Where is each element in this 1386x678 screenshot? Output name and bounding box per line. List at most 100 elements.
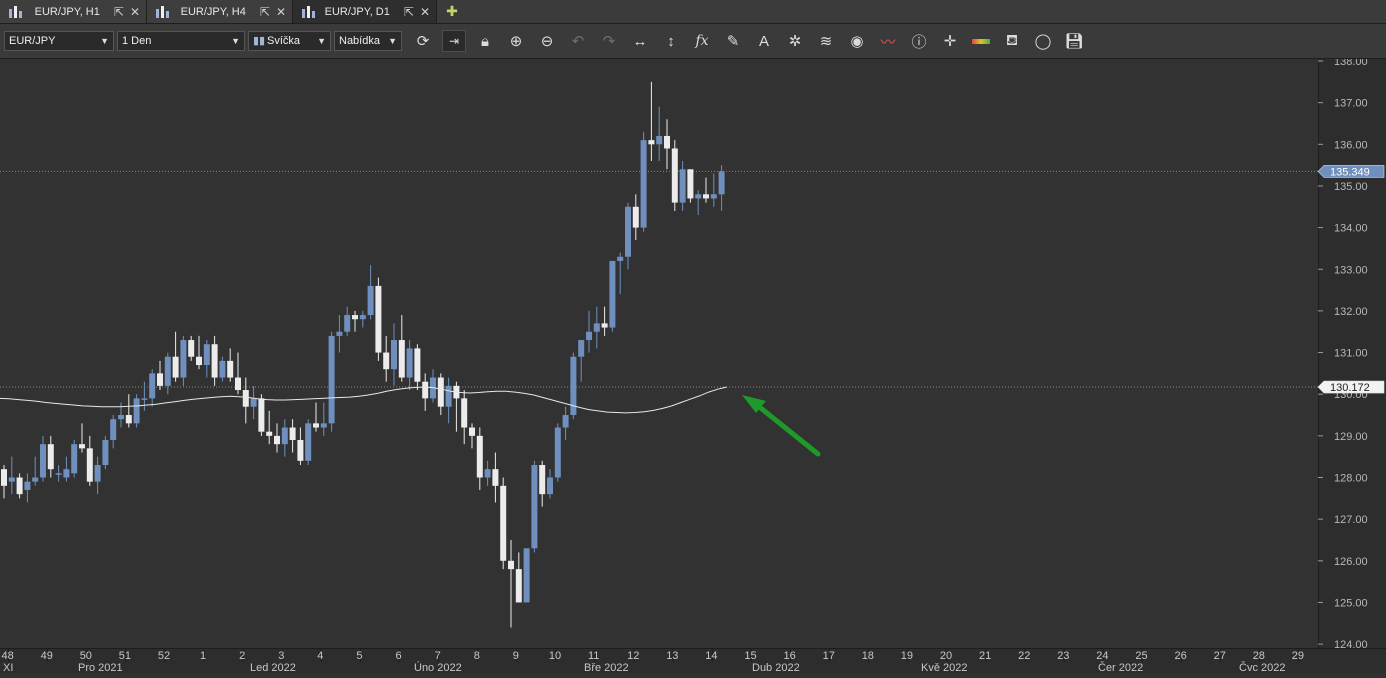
tab-eurjpy-d1[interactable]: EUR/JPY, D1 ⇱ ✕ xyxy=(293,0,437,23)
candle-body[interactable] xyxy=(578,340,585,357)
save-button[interactable]: 💾︎ xyxy=(1062,30,1086,52)
candle-body[interactable] xyxy=(718,171,725,195)
close-icon[interactable]: ✕ xyxy=(130,5,140,19)
candle-body[interactable] xyxy=(211,344,218,378)
undo-button[interactable]: ↶ xyxy=(566,30,590,52)
candle-body[interactable] xyxy=(258,398,265,432)
candle-body[interactable] xyxy=(32,477,39,482)
candle-body[interactable] xyxy=(266,431,273,436)
chart-canvas[interactable]: 138.00 137.00 136.00 135.00 134.00 133.00 132.… xyxy=(0,56,1386,674)
candle-body[interactable] xyxy=(40,444,46,478)
candle-body[interactable] xyxy=(118,415,124,420)
candle-body[interactable] xyxy=(437,377,444,407)
candle-body[interactable] xyxy=(422,381,429,399)
eye-button[interactable]: ◉ xyxy=(845,30,869,52)
candle-body[interactable] xyxy=(710,194,717,199)
circle-button[interactable]: ◯ xyxy=(1031,30,1055,52)
candle-body[interactable] xyxy=(47,444,54,470)
candle-body[interactable] xyxy=(398,340,405,378)
candle-body[interactable] xyxy=(16,477,23,495)
candle-body[interactable] xyxy=(515,569,522,603)
zoom-out-button[interactable]: ⊖ xyxy=(535,30,559,52)
candle-body[interactable] xyxy=(110,419,117,441)
candle-body[interactable] xyxy=(196,356,202,366)
paint-bucket-button[interactable]: ⛾ xyxy=(1000,30,1024,52)
price-chart[interactable]: 138.00 137.00 136.00 135.00 134.00 133.00 132.… xyxy=(0,56,1386,674)
redo-button[interactable]: ↷ xyxy=(597,30,621,52)
candle-body[interactable] xyxy=(703,194,709,199)
detach-icon[interactable]: ⇱ xyxy=(114,5,124,19)
refresh-button[interactable]: ⟳ xyxy=(411,30,435,52)
candle-body[interactable] xyxy=(367,285,374,316)
candle-body[interactable] xyxy=(445,385,452,407)
color-bar-button[interactable] xyxy=(969,30,993,52)
candle-body[interactable] xyxy=(86,448,93,482)
candle-body[interactable] xyxy=(133,398,140,424)
candle-body[interactable] xyxy=(8,477,15,482)
candle-body[interactable] xyxy=(149,373,156,399)
candle-body[interactable] xyxy=(79,444,85,449)
sparkle-button[interactable]: ✲ xyxy=(783,30,807,52)
candle-body[interactable] xyxy=(94,465,101,482)
candle-body[interactable] xyxy=(547,477,553,495)
candle-body[interactable] xyxy=(617,256,624,261)
close-icon[interactable]: ✕ xyxy=(276,5,286,19)
candle-body[interactable] xyxy=(274,435,280,445)
candle-body[interactable] xyxy=(484,469,491,478)
chart-type-select[interactable]: ▮▮ Svíčka ▼ xyxy=(248,31,331,51)
candle-body[interactable] xyxy=(281,427,288,445)
candle-body[interactable] xyxy=(297,440,304,461)
candle-body[interactable] xyxy=(500,485,507,561)
candle-body[interactable] xyxy=(328,335,335,424)
candle-body[interactable] xyxy=(63,469,70,478)
candle-body[interactable] xyxy=(492,469,499,486)
candle-body[interactable] xyxy=(414,348,421,382)
candle-body[interactable] xyxy=(469,427,475,436)
candle-body[interactable] xyxy=(141,398,148,400)
candle-body[interactable] xyxy=(640,140,647,228)
candle-body[interactable] xyxy=(250,398,257,407)
layers-button[interactable]: ≋ xyxy=(814,30,838,52)
detach-icon[interactable]: ⇱ xyxy=(260,5,270,19)
function-button[interactable]: fx xyxy=(690,30,714,52)
candle-body[interactable] xyxy=(305,423,312,461)
tab-eurjpy-h4[interactable]: EUR/JPY, H4 ⇱ ✕ xyxy=(147,0,293,23)
candle-body[interactable] xyxy=(601,323,608,328)
candle-body[interactable] xyxy=(593,323,600,332)
candle-body[interactable] xyxy=(227,360,234,378)
candle-body[interactable] xyxy=(125,415,132,424)
candle-body[interactable] xyxy=(180,340,187,378)
detach-icon[interactable]: ⇱ xyxy=(404,5,414,19)
candle-body[interactable] xyxy=(476,435,483,478)
candle-body[interactable] xyxy=(609,260,616,328)
candle-body[interactable] xyxy=(539,465,546,495)
horizontal-scale-button[interactable]: ↔ xyxy=(628,30,652,52)
candle-body[interactable] xyxy=(1,469,7,486)
candle-body[interactable] xyxy=(562,415,569,428)
tab-eurjpy-h1[interactable]: EUR/JPY, H1 ⇱ ✕ xyxy=(0,0,147,23)
close-icon[interactable]: ✕ xyxy=(420,5,430,19)
info-button[interactable]: ⓘ xyxy=(907,30,931,52)
candle-body[interactable] xyxy=(359,315,366,320)
candle-body[interactable] xyxy=(671,148,678,203)
vertical-scale-button[interactable]: ↕ xyxy=(659,30,683,52)
candle-body[interactable] xyxy=(687,169,694,199)
candle-body[interactable] xyxy=(508,560,514,570)
lock-button[interactable]: 🔒︎ xyxy=(473,30,497,52)
candle-body[interactable] xyxy=(586,331,592,341)
candle-body[interactable] xyxy=(71,444,78,474)
candle-body[interactable] xyxy=(523,548,530,603)
offer-side-select[interactable]: Nabídka ▼ xyxy=(334,31,402,51)
candle-body[interactable] xyxy=(24,481,31,490)
candle-body[interactable] xyxy=(235,377,241,391)
candle-body[interactable] xyxy=(531,465,538,549)
instrument-select[interactable]: EUR/JPY ▼ xyxy=(4,31,114,51)
candle-body[interactable] xyxy=(391,340,397,370)
candle-body[interactable] xyxy=(625,206,631,257)
candle-body[interactable] xyxy=(679,169,686,203)
shift-chart-button[interactable]: ⇥ xyxy=(442,30,466,52)
candle-body[interactable] xyxy=(383,352,390,370)
candle-body[interactable] xyxy=(164,356,171,386)
candle-body[interactable] xyxy=(375,285,382,353)
candle-body[interactable] xyxy=(336,331,343,336)
